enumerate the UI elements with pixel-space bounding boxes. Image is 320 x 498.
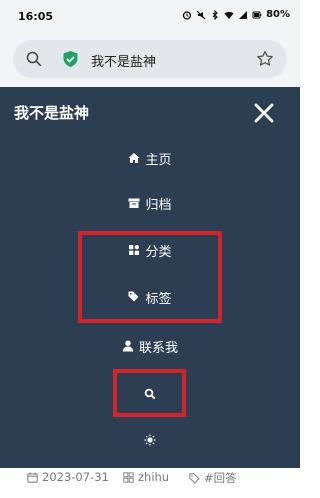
mute-icon — [196, 10, 206, 19]
nav-item-label: 归档 — [145, 197, 172, 213]
nav-item-theme[interactable] — [0, 429, 300, 451]
nav-item-archive[interactable]: 归档 — [0, 192, 300, 214]
nav-item-home[interactable]: 主页 — [0, 147, 300, 169]
bluetooth-icon — [212, 9, 218, 20]
address-bar[interactable]: 我不是盐神 — [13, 40, 287, 78]
nav-item-label: 主页 — [145, 152, 172, 168]
post-category-text[interactable]: zhihu — [138, 470, 169, 484]
close-icon[interactable] — [252, 101, 276, 125]
nav-item-contact[interactable]: 联系我 — [0, 335, 300, 357]
status-bar: 16:05 80% — [0, 0, 300, 34]
post-meta: 2023-07-31 zhihu #回答 — [0, 468, 300, 498]
calendar-icon — [27, 472, 38, 483]
post-category[interactable]: zhihu — [123, 470, 169, 484]
post-date: 2023-07-31 — [27, 470, 109, 484]
home-icon — [128, 153, 140, 163]
wifi-icon — [224, 11, 234, 19]
tag-icon — [189, 472, 200, 484]
address-text[interactable]: 我不是盐神 — [91, 51, 156, 70]
search-icon[interactable] — [26, 51, 42, 67]
site-title[interactable]: 我不是盐神 — [14, 102, 89, 123]
alarm-icon — [182, 10, 192, 20]
status-time: 16:05 — [18, 10, 54, 23]
star-icon[interactable] — [256, 50, 274, 68]
user-icon — [122, 340, 134, 352]
battery-percent: 80% — [266, 9, 290, 20]
post-date-text: 2023-07-31 — [42, 470, 109, 484]
grid-icon — [123, 471, 134, 483]
signal-icon — [239, 10, 248, 19]
archive-icon — [128, 198, 140, 208]
browser-toolbar: 我不是盐神 — [0, 34, 300, 87]
battery-icon — [252, 11, 262, 18]
highlight-box-search — [113, 369, 186, 417]
shield-check-icon[interactable] — [62, 50, 79, 68]
nav-item-label: 联系我 — [138, 340, 178, 356]
status-icons: 80% — [182, 9, 290, 20]
nav-menu: 我不是盐神 主页 归档 分类 标签 联系我 — [0, 87, 300, 468]
post-tag-text[interactable]: #回答 — [204, 470, 237, 486]
highlight-box-categories-tags — [78, 231, 222, 323]
sun-icon — [144, 434, 156, 446]
post-tag[interactable]: #回答 — [189, 470, 237, 486]
